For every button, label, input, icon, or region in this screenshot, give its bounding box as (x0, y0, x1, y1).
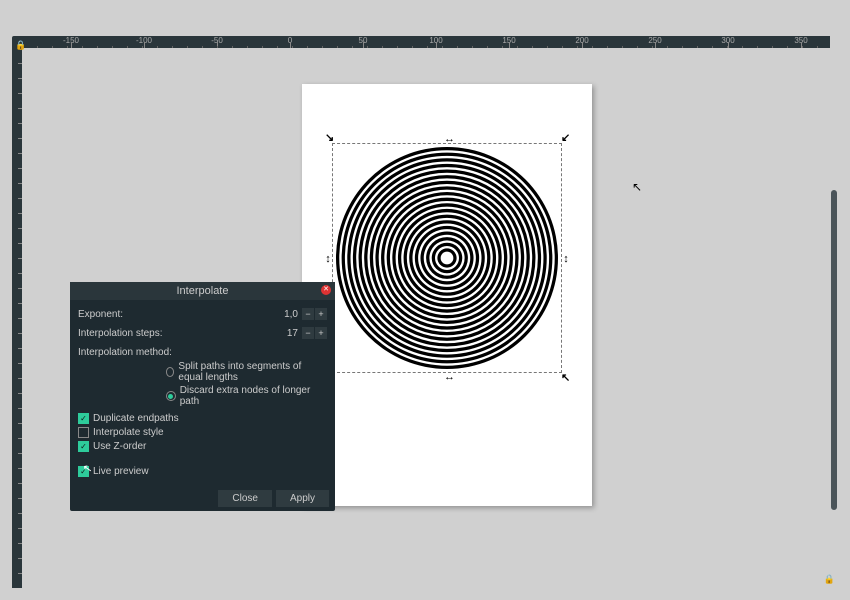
exponent-input[interactable]: 1,0 (278, 309, 298, 320)
zorder-label: Use Z-order (93, 441, 146, 452)
rotate-handle-br[interactable]: ↖ (561, 374, 569, 382)
interpolated-rings[interactable] (332, 143, 562, 373)
plus-icon[interactable]: + (315, 327, 327, 339)
dialog-title-text: Interpolate (177, 285, 229, 297)
rotate-handle-tl[interactable]: ↘ (325, 134, 333, 142)
exponent-stepper: − + (302, 308, 327, 320)
lock-icon[interactable]: 🔒 (824, 574, 835, 585)
lock-icon[interactable]: 🔒 (15, 40, 26, 51)
method-radio-discard[interactable] (166, 391, 176, 401)
apply-button[interactable]: Apply (276, 490, 329, 507)
close-button[interactable]: Close (218, 490, 272, 507)
minus-icon[interactable]: − (302, 308, 314, 320)
exponent-label: Exponent: (78, 309, 123, 320)
interpolate-dialog: Interpolate ✕ Exponent: 1,0 − + Interpol… (70, 282, 335, 511)
ruler-horizontal[interactable]: -150-100-50050100150200250300350 (22, 36, 830, 48)
scrollbar-vertical[interactable] (831, 190, 837, 510)
skew-handle-l[interactable]: ↕ (324, 255, 332, 263)
duplicate-checkbox[interactable]: ✓ (78, 413, 89, 424)
interpolate-style-label: Interpolate style (93, 427, 164, 438)
rotate-handle-tr[interactable]: ↙ (561, 134, 569, 142)
method-option1-label: Split paths into segments of equal lengt… (178, 361, 327, 383)
method-label: Interpolation method: (78, 347, 172, 358)
skew-handle-t[interactable]: ↔ (444, 135, 452, 143)
live-preview-label: Live preview (93, 466, 149, 477)
steps-stepper: − + (302, 327, 327, 339)
steps-input[interactable]: 17 (278, 328, 298, 339)
dialog-title: Interpolate ✕ (70, 282, 335, 300)
method-radio-split[interactable] (166, 367, 174, 377)
ruler-vertical[interactable] (12, 48, 22, 588)
live-preview-checkbox[interactable]: ✓ (78, 466, 89, 477)
steps-label: Interpolation steps: (78, 328, 163, 339)
interpolate-style-checkbox[interactable] (78, 427, 89, 438)
skew-handle-b[interactable]: ↔ (444, 373, 452, 381)
duplicate-label: Duplicate endpaths (93, 413, 179, 424)
minus-icon[interactable]: − (302, 327, 314, 339)
zorder-checkbox[interactable]: ✓ (78, 441, 89, 452)
skew-handle-r[interactable]: ↕ (562, 255, 570, 263)
close-icon[interactable]: ✕ (321, 285, 331, 295)
method-option2-label: Discard extra nodes of longer path (180, 385, 327, 407)
plus-icon[interactable]: + (315, 308, 327, 320)
